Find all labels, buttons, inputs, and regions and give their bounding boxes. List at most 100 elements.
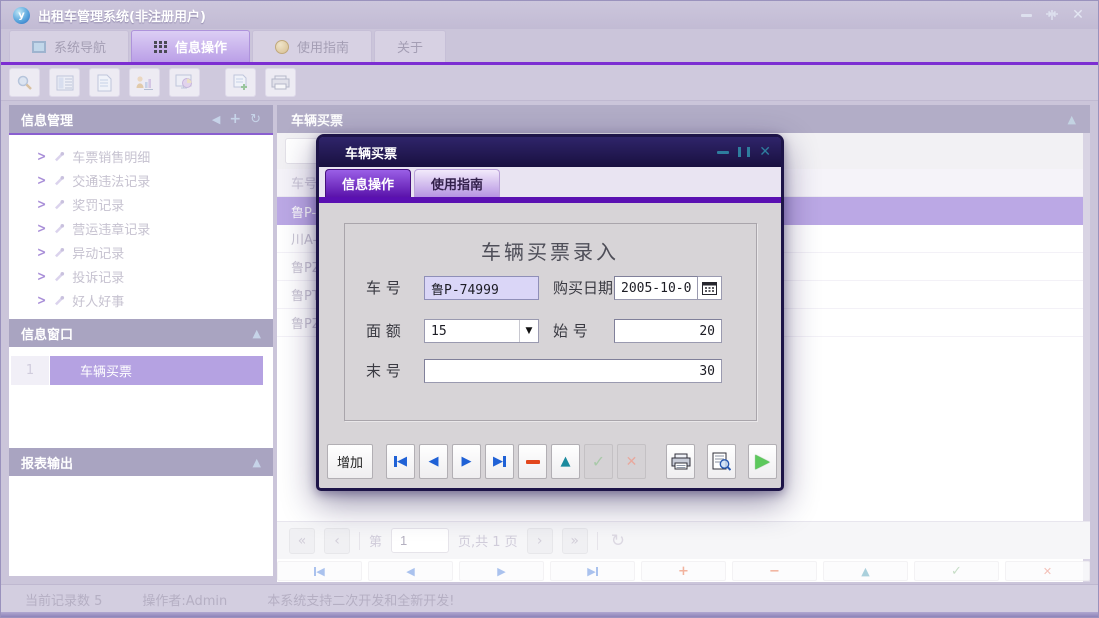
new-doc-icon [233, 74, 249, 91]
collapse-up-icon[interactable]: ▲ [1068, 113, 1076, 126]
delete-record-button[interactable]: − [732, 561, 817, 581]
panel-header-vehicle-ticket[interactable]: 车辆买票 ▲ [277, 105, 1090, 133]
edit-icon: ▲ [861, 565, 869, 578]
dialog-tab-info-operation[interactable]: 信息操作 [325, 169, 411, 197]
section-header-report-output[interactable]: 报表输出 ▲ [9, 448, 273, 476]
add-icon[interactable]: + [229, 111, 241, 127]
cancel-button[interactable]: ✕ [1005, 561, 1090, 581]
new-doc-tool-button[interactable] [225, 68, 256, 97]
collapse-up-icon[interactable]: ▲ [253, 327, 261, 340]
print-button[interactable] [666, 444, 695, 479]
denomination-select[interactable]: 15 ▼ [424, 319, 539, 343]
tree-item-traffic-violation[interactable]: > 交通违法记录 [9, 168, 273, 192]
dialog-tab-user-guide[interactable]: 使用指南 [414, 169, 500, 197]
tree-item-reward-penalty[interactable]: > 奖罚记录 [9, 192, 273, 216]
minus-icon: − [769, 564, 780, 579]
confirm-button[interactable]: ✓ [914, 561, 999, 581]
form-tool-button[interactable] [49, 68, 80, 97]
next-page-button[interactable]: › [527, 528, 553, 554]
first-record-button[interactable]: ◀ [386, 444, 415, 479]
collapse-up-icon[interactable]: ▲ [253, 456, 261, 469]
page-prefix-label: 第 [369, 531, 382, 550]
next-record-button[interactable]: ▶ [452, 444, 481, 479]
start-no-input[interactable] [614, 319, 722, 343]
prev-record-button[interactable]: ◀ [419, 444, 448, 479]
last-icon [596, 567, 598, 576]
cancel-button[interactable]: ✕ [617, 444, 646, 479]
cross-icon: ✕ [1043, 565, 1052, 578]
form-icon [56, 75, 74, 91]
record-icon [53, 198, 65, 210]
buy-date-input[interactable] [614, 276, 698, 300]
execute-button[interactable]: ▶ [748, 444, 777, 479]
dialog-minimize-icon[interactable] [717, 151, 729, 154]
car-no-input[interactable] [424, 276, 539, 300]
next-record-button[interactable]: ▶ [459, 561, 544, 581]
prev-page-button[interactable]: ‹ [324, 528, 350, 554]
tree-item-operation-violation[interactable]: > 营运违章记录 [9, 216, 273, 240]
app-window: y 出租车管理系统(非注册用户) ✕ 系统导航 信息操作 使用指南 [0, 0, 1099, 618]
tab-user-guide[interactable]: 使用指南 [252, 30, 372, 62]
status-message: 本系统支持二次开发和全新开发! [267, 590, 454, 609]
document-tool-button[interactable] [89, 68, 120, 97]
record-nav-bar: ◀ ◀ ▶ ▶ + − ▲ ✓ ✕ [277, 561, 1090, 581]
close-button[interactable]: ✕ [1070, 7, 1086, 23]
date-picker-button[interactable] [698, 276, 722, 300]
prev-record-button[interactable]: ◀ [368, 561, 453, 581]
add-record-button[interactable]: + [641, 561, 726, 581]
page-number-input[interactable] [391, 528, 449, 553]
dialog-close-icon[interactable]: ✕ [759, 144, 771, 160]
collapse-left-icon[interactable]: ◀ [212, 113, 220, 126]
section-header-info-mgmt[interactable]: 信息管理 ◀ + ↻ [9, 105, 273, 133]
play-icon: ▶ [755, 452, 770, 471]
last-page-button[interactable]: » [562, 528, 588, 554]
end-no-input[interactable] [424, 359, 722, 383]
combo-arrow-icon[interactable]: ▼ [519, 320, 538, 342]
car-no-label: 车 号 [366, 276, 401, 300]
dialog-title-bar[interactable]: 车辆买票 ✕ [319, 137, 781, 167]
section-header-info-window[interactable]: 信息窗口 ▲ [9, 319, 273, 347]
search-tool-button[interactable] [9, 68, 40, 97]
restore-button[interactable] [1044, 7, 1060, 23]
info-window-list: 1 车辆买票 [9, 347, 273, 448]
tree-item-ticket-sales[interactable]: > 车票销售明细 [9, 144, 273, 168]
close-icon: ✕ [1072, 7, 1084, 23]
tab-info-operation[interactable]: 信息操作 [131, 30, 250, 62]
print-preview-button[interactable] [707, 444, 736, 479]
list-item-label[interactable]: 车辆买票 [50, 356, 263, 385]
first-page-button[interactable]: « [289, 528, 315, 554]
tab-system-nav[interactable]: 系统导航 [9, 30, 129, 62]
edit-record-button[interactable]: ▲ [823, 561, 908, 581]
minimize-button[interactable] [1018, 7, 1034, 23]
window-list-item[interactable]: 1 车辆买票 [11, 356, 263, 385]
tab-label: 关于 [397, 37, 423, 56]
tree-item-complaint-record[interactable]: > 投诉记录 [9, 264, 273, 288]
monitor-tool-button[interactable] [169, 68, 200, 97]
dialog-maximize-icon[interactable] [738, 147, 750, 157]
pagination-bar: « ‹ 第 页,共 1 页 › » ↻ [277, 521, 1090, 559]
printer-tool-button[interactable] [265, 68, 296, 97]
dialog-body: 车辆买票录入 车 号 购买日期 面 额 15 ▼ 始 号 末 号 [319, 203, 781, 488]
add-button[interactable]: 增加 [327, 444, 373, 479]
record-count-label: 当前记录数 5 [25, 590, 102, 609]
report-output-box [9, 476, 273, 576]
last-record-button[interactable]: ▶ [550, 561, 635, 581]
help-icon [275, 40, 289, 54]
last-icon: ▶ [493, 454, 503, 469]
refresh-icon[interactable]: ↻ [250, 112, 261, 127]
refresh-icon[interactable]: ↻ [611, 531, 625, 551]
tree-item-good-deeds[interactable]: > 好人好事 [9, 288, 273, 312]
prev-page-icon: ‹ [334, 533, 340, 549]
app-title: 出租车管理系统(非注册用户) [38, 6, 206, 25]
tab-about[interactable]: 关于 [374, 30, 446, 62]
vehicle-ticket-dialog: 车辆买票 ✕ 信息操作 使用指南 车辆买票录入 车 号 购买日期 [316, 134, 784, 491]
edit-record-button[interactable]: ▲ [551, 444, 580, 479]
confirm-button[interactable]: ✓ [584, 444, 613, 479]
minimize-icon [1021, 14, 1032, 17]
delete-record-button[interactable] [518, 444, 547, 479]
first-record-button[interactable]: ◀ [277, 561, 362, 581]
last-record-button[interactable]: ▶ [485, 444, 514, 479]
vertical-scrollbar[interactable] [1083, 133, 1090, 582]
user-chart-tool-button[interactable] [129, 68, 160, 97]
tree-item-change-record[interactable]: > 异动记录 [9, 240, 273, 264]
